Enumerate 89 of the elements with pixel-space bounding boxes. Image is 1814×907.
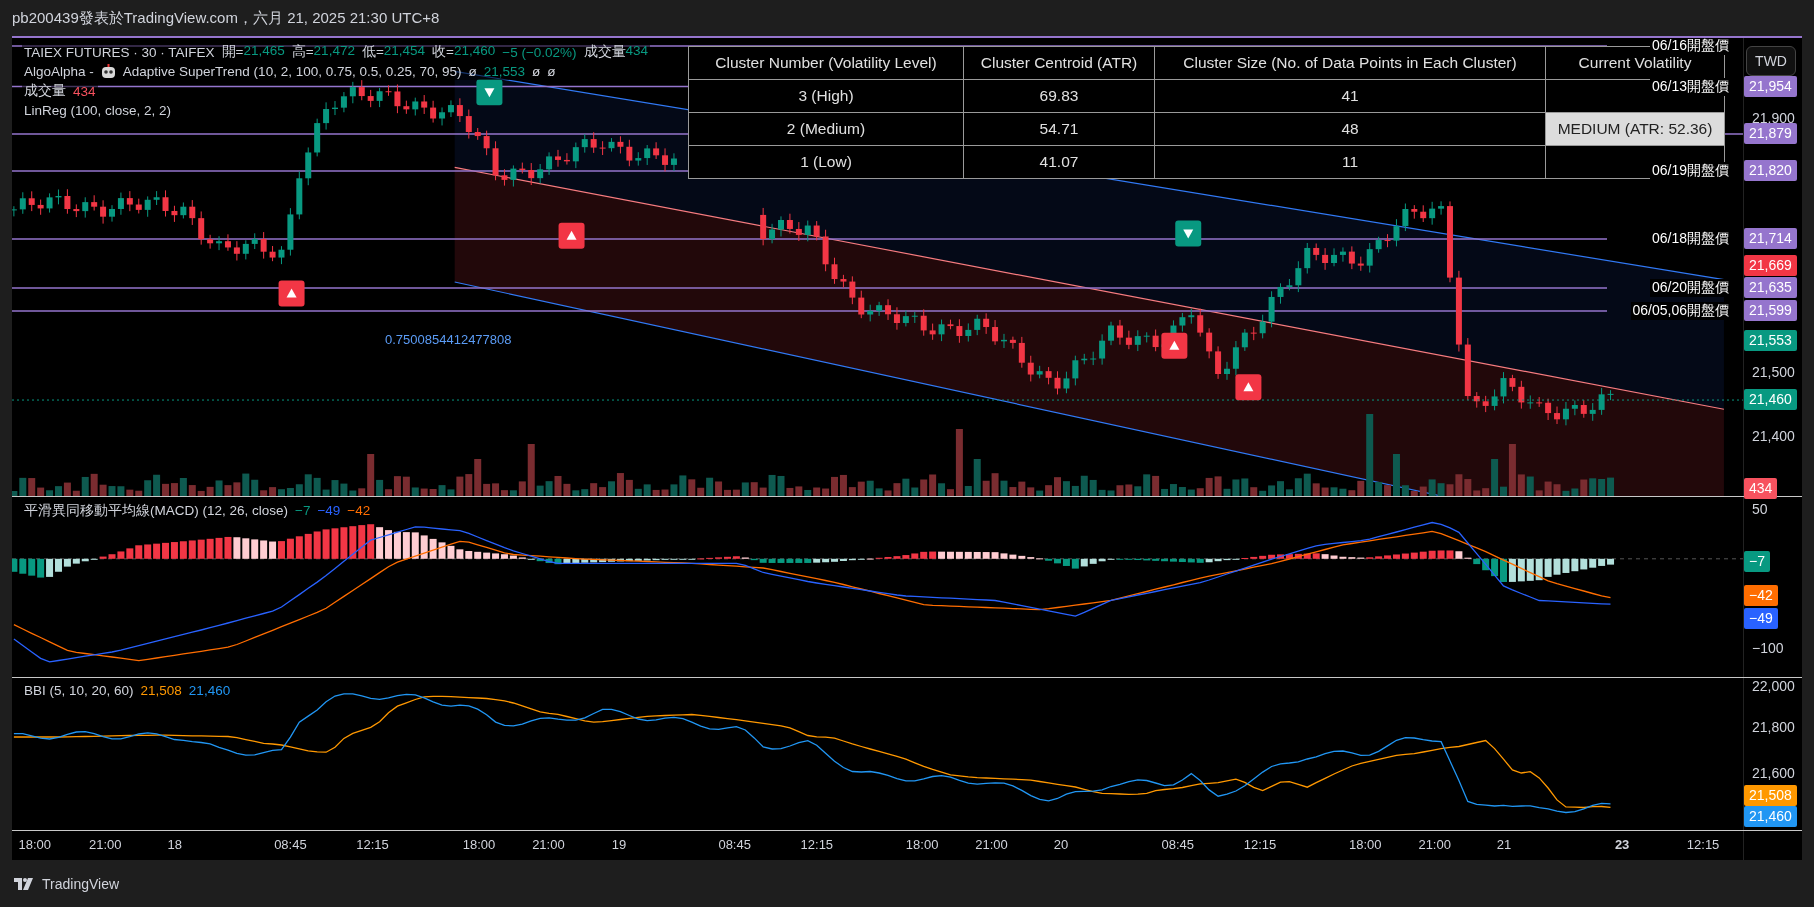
macd-value-tag: −49 <box>1744 607 1778 629</box>
table-header-cell: Cluster Size (No. of Data Points in Each Cluster) <box>1154 46 1546 80</box>
ohlc-label: 高= <box>291 43 314 61</box>
ohlc-value: 21,472 <box>313 43 355 60</box>
bbi-title: BBI (5, 10, 20, 60) <box>24 683 134 699</box>
bbi-value-tag: 21,460 <box>1744 806 1797 828</box>
time-label: 18 <box>167 837 182 853</box>
time-label: 19 <box>611 837 627 853</box>
currency-button[interactable]: TWD <box>1746 46 1797 76</box>
price-tag: 21,460 <box>1744 389 1797 410</box>
level-price-tag: 21,599 <box>1744 300 1797 321</box>
time-label: 18:00 <box>905 837 939 853</box>
ohlc-value: 21,465 <box>243 43 285 60</box>
bbi-tick: 21,600 <box>1752 765 1795 782</box>
price-tag: 21,669 <box>1744 255 1797 276</box>
time-label: 12:15 <box>356 837 389 853</box>
time-label: 21 <box>1496 837 1512 853</box>
time-label: 08:45 <box>1161 837 1195 853</box>
time-label: 12:15 <box>800 837 834 853</box>
ohlc-value: 21,454 <box>383 43 426 60</box>
bbi-value: 21,508 <box>140 683 182 699</box>
indicator-value: ø <box>468 64 477 79</box>
level-price-tag: 21,635 <box>1744 277 1797 298</box>
bbi-tick: 22,000 <box>1752 678 1795 695</box>
level-label: 06/18開盤價 <box>1650 230 1732 248</box>
linreg-indicator-title: LinReg (100, close, 2, 2) <box>24 103 172 118</box>
indicator-value: 21,553 <box>483 64 526 79</box>
macd-value: −7 <box>295 503 311 519</box>
fib-level-label: 0.7500854412477808 <box>385 332 512 347</box>
macd-value: −42 <box>347 503 371 519</box>
time-label: 08:45 <box>274 837 307 853</box>
table-cell: 41.07 <box>963 145 1155 179</box>
time-label: 21:00 <box>1418 837 1451 853</box>
macd-title: 平滑異同移動平均線(MACD) (12, 26, close) <box>24 501 289 520</box>
time-label: 23 <box>1614 837 1630 853</box>
brand-name: TradingView <box>42 875 120 892</box>
time-label: 21:00 <box>975 837 1008 853</box>
level-price-tag: 21,714 <box>1744 228 1797 249</box>
price-tick: 21,500 <box>1752 364 1795 380</box>
ohlc-value: 21,460 <box>454 43 496 60</box>
price-change: −5 (−0.02%) <box>502 44 577 60</box>
ohlc-label: 開= <box>221 43 244 61</box>
table-header-cell: Cluster Centroid (ATR) <box>963 46 1155 80</box>
table-cell: 1 (Low) <box>688 145 964 179</box>
volume-indicator-value: 434 <box>73 83 96 99</box>
current-volatility-cell: MEDIUM (ATR: 52.36) <box>1545 112 1725 146</box>
time-label: 12:15 <box>1243 837 1277 853</box>
table-cell: 3 (High) <box>688 79 964 113</box>
bbi-value: 21,460 <box>188 683 231 699</box>
level-label: 06/20開盤價 <box>1650 279 1732 297</box>
time-label: 08:45 <box>718 837 751 853</box>
indicator-author: AlgoAlpha - <box>24 64 94 79</box>
level-price-tag: 21,954 <box>1744 75 1797 97</box>
table-cell: 48 <box>1154 112 1546 146</box>
price-tag: 434 <box>1744 478 1778 499</box>
price-tick: 21,400 <box>1752 428 1795 444</box>
level-label: 06/05,06開盤價 <box>1630 302 1732 320</box>
time-label: 20 <box>1053 837 1069 853</box>
time-label: 21:00 <box>89 837 122 853</box>
bbi-tick: 21,800 <box>1752 719 1795 736</box>
time-label: 18:00 <box>18 837 51 853</box>
volume-indicator-title: 成交量 <box>24 82 66 100</box>
table-cell: 54.71 <box>963 112 1155 146</box>
level-label: 06/19開盤價 <box>1650 162 1732 180</box>
macd-value-tag: −7 <box>1744 550 1770 572</box>
time-label: 18:00 <box>462 837 496 853</box>
bbi-value-tag: 21,508 <box>1744 785 1797 807</box>
time-label: 12:15 <box>1686 837 1720 853</box>
volume-value: 434 <box>625 43 649 60</box>
ohlc-label: 低= <box>361 43 384 61</box>
level-price-tag: 21,879 <box>1744 123 1797 144</box>
price-tag: 21,553 <box>1744 330 1797 351</box>
macd-value-tag: −42 <box>1744 584 1778 606</box>
symbol-title: TAIEX FUTURES · 30 · TAIFEX <box>24 44 215 60</box>
indicator-value: ø <box>547 64 556 79</box>
table-header-cell: Cluster Number (Volatility Level) <box>688 46 964 80</box>
publish-info: pb200439發表於TradingView.com，六月 21, 2025 21:30 UTC+8 <box>12 8 440 28</box>
indicator-value: ø <box>532 64 541 79</box>
table-cell: 2 (Medium) <box>688 112 964 146</box>
table-cell: 11 <box>1154 145 1546 179</box>
time-label: 21:00 <box>532 837 565 853</box>
level-price-tag: 21,820 <box>1744 160 1797 181</box>
table-cell: 41 <box>1154 79 1546 113</box>
macd-value: −49 <box>317 503 341 519</box>
volume-label: 成交量 <box>583 43 626 61</box>
table-cell: 69.83 <box>963 79 1155 113</box>
time-label: 18:00 <box>1349 837 1382 853</box>
ohlc-label: 收= <box>432 43 454 61</box>
indicator-title: Adaptive SuperTrend (10, 2, 100, 0.75, 0.5, 0.25, 70, 95) <box>122 64 462 79</box>
